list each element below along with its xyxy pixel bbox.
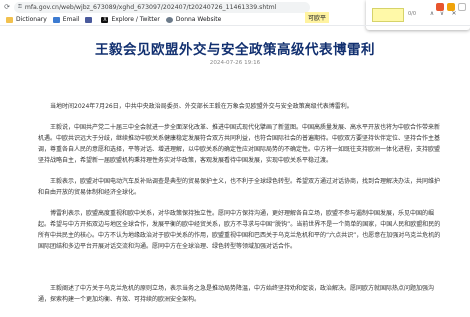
x-icon: X: [101, 16, 109, 23]
ai-sidebar-icon[interactable]: [458, 3, 466, 11]
site-info-icon[interactable]: ⚿: [18, 4, 22, 10]
publish-date: 2024-07-26 19:16: [209, 60, 261, 66]
url-field[interactable]: ⚿ mfa.gov.cn/web/wjbz_673089/xghd_673097…: [14, 1, 310, 13]
paragraph: 当地时间2024年7月26日，中共中央政治局委员、外交部长王毅在万象会见欧盟外交…: [50, 103, 353, 110]
mail-icon: [52, 16, 60, 23]
bookmark-dictionary[interactable]: Dictionary: [6, 16, 47, 23]
bookmark-twitter[interactable]: X Explore / Twitter: [101, 16, 160, 23]
brave-rewards-icon[interactable]: [447, 3, 455, 11]
paragraph: 王毅说，中国共产党二十届三中全会就进一步全面深化改革、推进中国式现代化擘画了新蓝…: [38, 124, 441, 164]
folder-icon: [6, 16, 13, 23]
paragraph: 王毅阐述了中方关于乌克兰危机的原则立场，表示当务之急是推动局势降温，中方始终坚持…: [38, 285, 435, 303]
url-text: mfa.gov.cn/web/wjbz_673089/xghd_673097/2…: [24, 3, 277, 11]
bookmark-donna-website[interactable]: Donna Website: [165, 16, 221, 23]
extension-icons: [436, 3, 466, 11]
bookmarks-bar: Dictionary Email X Explore / Twitter Don…: [0, 14, 470, 26]
page-title: 王毅会见欧盟外交与安全政策高级代表博雷利: [95, 42, 375, 58]
globe-icon: [165, 16, 173, 23]
app-icon: [85, 16, 93, 23]
bookmark-email[interactable]: Email: [52, 16, 79, 23]
paragraph: 博雷利表示，欧盟高度重视和欧中关系，对华政策保持独立性。愿同中方保持沟通，更好理…: [38, 210, 441, 250]
paragraph: 王毅表示，欧盟对中国电动汽车反补贴调查是典型的贸易保护主义，也不利于全球绿色转型…: [38, 178, 441, 196]
brave-shield-icon[interactable]: [436, 3, 444, 11]
reload-icon[interactable]: ⟳: [3, 3, 11, 11]
bookmark-app[interactable]: [85, 16, 95, 23]
